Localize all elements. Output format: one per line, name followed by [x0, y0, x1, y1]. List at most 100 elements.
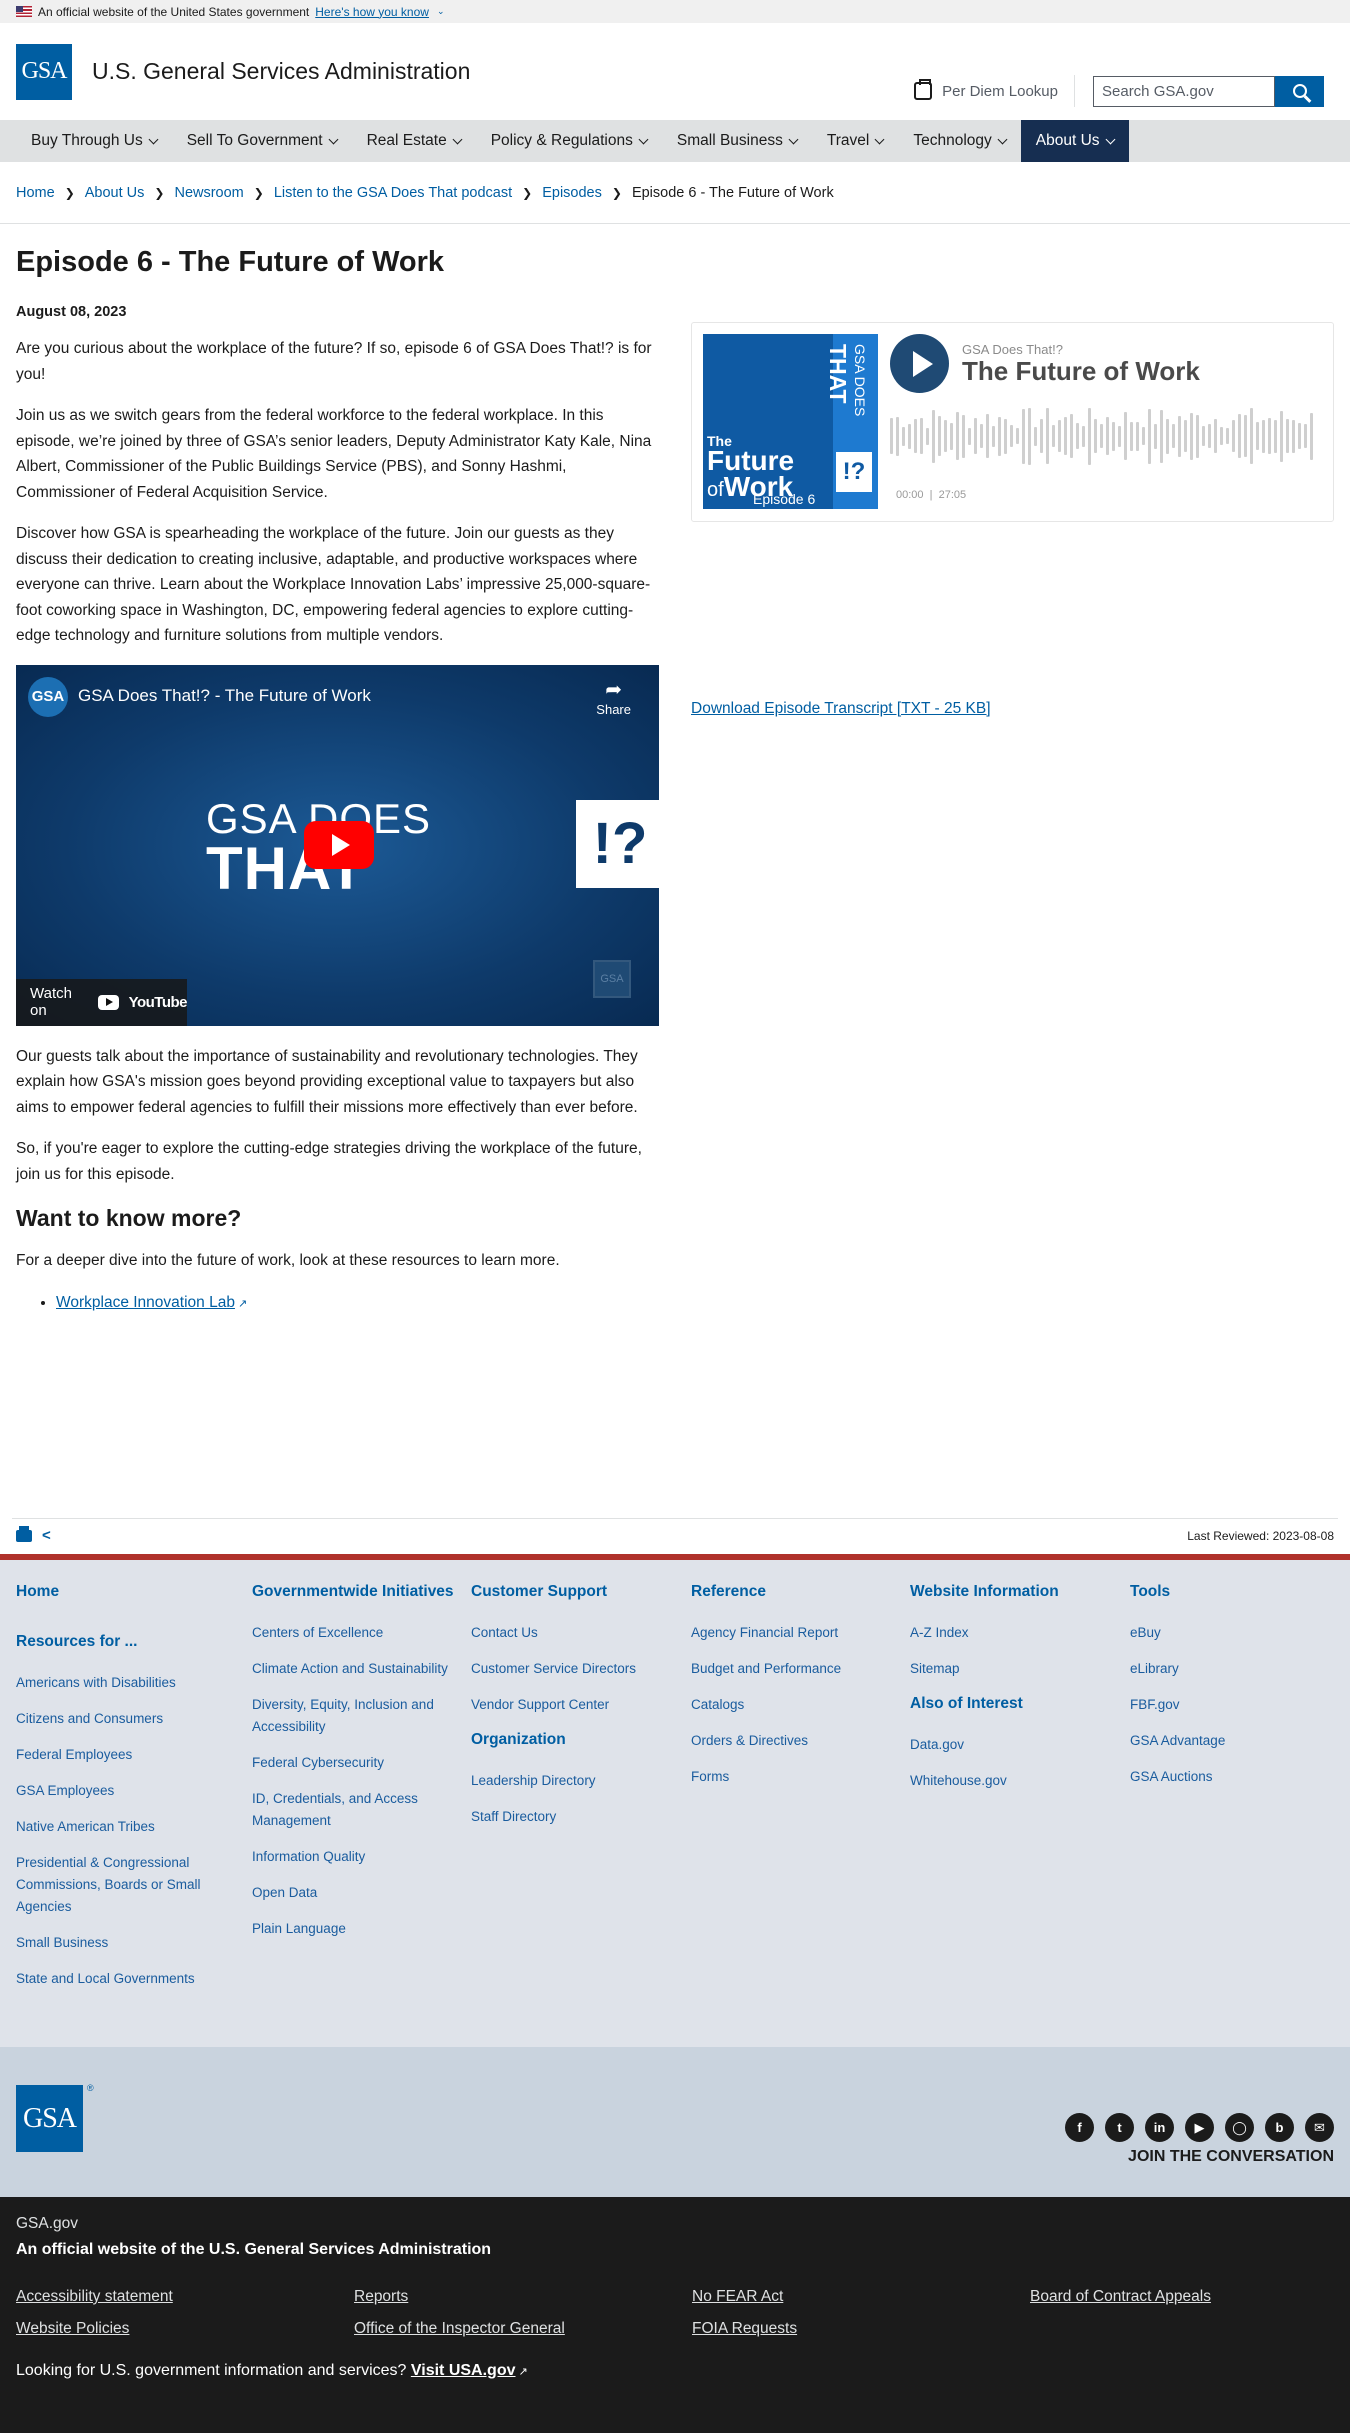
- download-transcript-link[interactable]: Download Episode Transcript [TXT - 25 KB…: [691, 700, 991, 718]
- footer-link[interactable]: Federal Employees: [16, 1744, 252, 1766]
- footer-link[interactable]: Orders & Directives: [691, 1730, 910, 1752]
- breadcrumb-about-us[interactable]: About Us: [85, 185, 145, 201]
- waveform-bar: [1238, 414, 1241, 458]
- breadcrumb-home[interactable]: Home: [16, 185, 55, 201]
- footer-tools-heading: Tools: [1130, 1583, 1171, 1600]
- gsa-logo[interactable]: GSA: [16, 43, 72, 100]
- footer-link[interactable]: Native American Tribes: [16, 1816, 252, 1838]
- footer-link[interactable]: State and Local Governments: [16, 1968, 252, 1990]
- website-policies-link[interactable]: Website Policies: [16, 2320, 354, 2338]
- footer-link[interactable]: Information Quality: [252, 1846, 471, 1868]
- waveform-bar: [950, 422, 953, 450]
- footer-link[interactable]: FBF.gov: [1130, 1694, 1310, 1716]
- footer-gsa-logo[interactable]: GSA: [16, 2085, 83, 2152]
- footer-link[interactable]: Americans with Disabilities: [16, 1672, 252, 1694]
- waveform-bar: [1046, 408, 1049, 464]
- footer-link[interactable]: Contact Us: [471, 1622, 691, 1644]
- breadcrumb-episodes[interactable]: Episodes: [542, 185, 602, 201]
- nav-item-travel[interactable]: Travel: [812, 120, 899, 162]
- footer-link[interactable]: Small Business: [16, 1932, 252, 1954]
- search-input[interactable]: [1093, 75, 1275, 107]
- per-diem-lookup-link[interactable]: Per Diem Lookup: [914, 75, 1075, 107]
- footer-link[interactable]: Agency Financial Report: [691, 1622, 910, 1644]
- footer-link[interactable]: Forms: [691, 1766, 910, 1788]
- footer-link[interactable]: Citizens and Consumers: [16, 1708, 252, 1730]
- footer-link[interactable]: ID, Credentials, and Access Management: [252, 1788, 471, 1832]
- footer-link[interactable]: Catalogs: [691, 1694, 910, 1716]
- nav-item-technology[interactable]: Technology: [898, 120, 1020, 162]
- watch-on-youtube-button[interactable]: Watch on YouTube: [16, 978, 188, 1026]
- footer-link[interactable]: Plain Language: [252, 1918, 471, 1940]
- waveform-scrubber[interactable]: [890, 406, 1315, 466]
- footer-link[interactable]: Staff Directory: [471, 1806, 691, 1828]
- footer-nav: Home Resources for ... Americans with Di…: [0, 1560, 1350, 2047]
- footer-link[interactable]: GSA Employees: [16, 1780, 252, 1802]
- play-button[interactable]: [304, 820, 374, 869]
- channel-logo[interactable]: GSA: [28, 676, 68, 717]
- nav-item-about-us[interactable]: About Us: [1020, 120, 1129, 162]
- footer-link[interactable]: Sitemap: [910, 1658, 1130, 1680]
- waveform-bar: [920, 418, 923, 454]
- share-icon[interactable]: <: [42, 1527, 51, 1544]
- youtube-video-embed[interactable]: GSA GSA Does That!? - The Future of Work…: [16, 664, 659, 1026]
- print-icon[interactable]: [16, 1525, 32, 1542]
- footer-link[interactable]: GSA Advantage: [1130, 1730, 1310, 1752]
- last-reviewed: Last Reviewed: 2023-08-08: [1187, 1528, 1334, 1543]
- video-title[interactable]: GSA Does That!? - The Future of Work: [78, 686, 371, 706]
- footer-link[interactable]: Centers of Excellence: [252, 1622, 471, 1644]
- nav-item-small-business[interactable]: Small Business: [662, 120, 812, 162]
- footer-link[interactable]: eLibrary: [1130, 1658, 1310, 1680]
- waveform-bar: [1154, 423, 1157, 449]
- accessibility-statement-link[interactable]: Accessibility statement: [16, 2288, 354, 2306]
- share-button[interactable]: ➦ Share: [596, 677, 631, 717]
- gov-banner: An official website of the United States…: [0, 0, 1350, 23]
- nav-item-sell-to-government[interactable]: Sell To Government: [172, 120, 352, 162]
- footer-link[interactable]: Data.gov: [910, 1734, 1130, 1756]
- waveform-bar: [1298, 423, 1301, 449]
- footer-link[interactable]: Climate Action and Sustainability: [252, 1658, 471, 1680]
- email-icon[interactable]: ✉: [1305, 2113, 1334, 2142]
- footer-link[interactable]: eBuy: [1130, 1622, 1310, 1644]
- footer-home-link[interactable]: Home: [16, 1582, 252, 1602]
- footer-link[interactable]: Budget and Performance: [691, 1658, 910, 1680]
- facebook-icon[interactable]: f: [1065, 2113, 1094, 2142]
- agency-name[interactable]: U.S. General Services Administration: [92, 58, 470, 85]
- footer-link[interactable]: Presidential & Congressional Commissions…: [16, 1852, 252, 1918]
- board-of-contract-appeals-link[interactable]: Board of Contract Appeals: [1030, 2288, 1330, 2306]
- footer-link[interactable]: Whitehouse.gov: [910, 1770, 1130, 1792]
- twitter-icon[interactable]: t: [1105, 2113, 1134, 2142]
- waveform-bar: [1016, 428, 1019, 444]
- footer-link[interactable]: A-Z Index: [910, 1622, 1130, 1644]
- foia-requests-link[interactable]: FOIA Requests: [692, 2320, 1030, 2338]
- nav-item-buy-through-us[interactable]: Buy Through Us: [16, 120, 172, 162]
- youtube-icon[interactable]: ▶: [1185, 2113, 1214, 2142]
- breadcrumb-podcast[interactable]: Listen to the GSA Does That podcast: [274, 185, 512, 201]
- footer-link[interactable]: GSA Auctions: [1130, 1766, 1310, 1788]
- heres-how-you-know-link[interactable]: Here's how you know: [315, 5, 429, 19]
- waveform-bar: [914, 419, 917, 453]
- footer-link[interactable]: Open Data: [252, 1882, 471, 1904]
- footer-link[interactable]: Vendor Support Center: [471, 1694, 691, 1716]
- footer-link[interactable]: Federal Cybersecurity: [252, 1752, 471, 1774]
- podcast-play-button[interactable]: [890, 334, 949, 393]
- breadcrumb-newsroom[interactable]: Newsroom: [174, 185, 243, 201]
- blog-icon[interactable]: b: [1265, 2113, 1294, 2142]
- footer-support-heading: Customer Support: [471, 1583, 608, 1600]
- waveform-bar: [1130, 421, 1133, 451]
- footer-link[interactable]: Diversity, Equity, Inclusion and Accessi…: [252, 1694, 471, 1738]
- waveform-bar: [1214, 419, 1217, 453]
- instagram-icon[interactable]: ◯: [1225, 2113, 1254, 2142]
- workplace-innovation-lab-link[interactable]: Workplace Innovation Lab: [56, 1294, 235, 1311]
- visit-usa-gov-link[interactable]: Visit USA.gov: [411, 2362, 516, 2379]
- footer-link[interactable]: Customer Service Directors: [471, 1658, 691, 1680]
- footer-link[interactable]: Leadership Directory: [471, 1770, 691, 1792]
- no-fear-act-link[interactable]: No FEAR Act: [692, 2288, 1030, 2306]
- linkedin-icon[interactable]: in: [1145, 2113, 1174, 2142]
- nav-item-real-estate[interactable]: Real Estate: [352, 120, 476, 162]
- reports-link[interactable]: Reports: [354, 2288, 692, 2306]
- nav-item-policy-regulations[interactable]: Policy & Regulations: [476, 120, 662, 162]
- waveform-bar: [890, 418, 893, 454]
- search-button[interactable]: [1275, 75, 1324, 107]
- inspector-general-link[interactable]: Office of the Inspector General: [354, 2320, 692, 2338]
- chevron-right-icon: ❯: [64, 185, 75, 200]
